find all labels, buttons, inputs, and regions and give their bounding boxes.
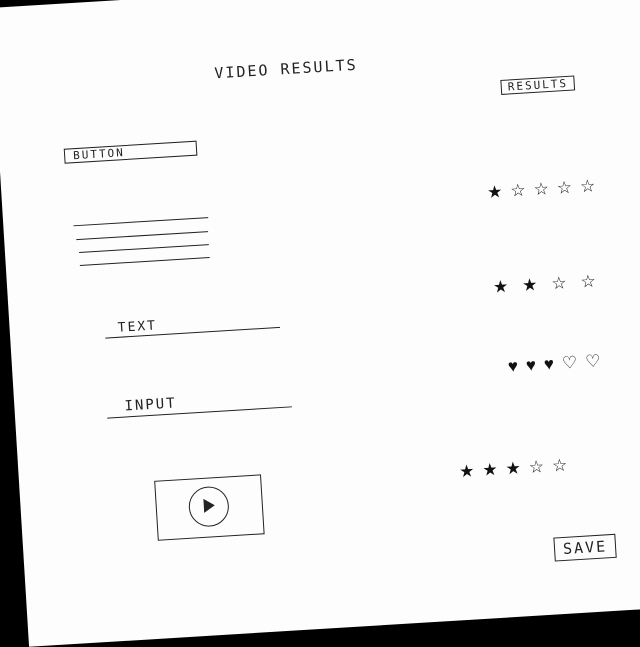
paragraph-lines: [0, 0, 639, 266]
rating-row-2[interactable]: ★ ★ ☆ ☆: [492, 272, 596, 298]
heart-filled-icon[interactable]: ♥: [525, 355, 536, 376]
star-empty-icon[interactable]: ☆: [551, 456, 567, 477]
star-empty-icon[interactable]: ☆: [579, 176, 595, 197]
rating-row-1[interactable]: ★ ☆ ☆ ☆ ☆: [487, 176, 596, 203]
star-empty-icon[interactable]: ☆: [510, 181, 526, 202]
star-filled-icon[interactable]: ★: [487, 182, 503, 203]
star-empty-icon[interactable]: ☆: [528, 457, 544, 478]
star-empty-icon[interactable]: ☆: [580, 272, 596, 293]
video-player[interactable]: [154, 474, 265, 541]
input-label: INPUT: [124, 395, 178, 415]
star-filled-icon[interactable]: ★: [492, 277, 508, 298]
star-filled-icon[interactable]: ★: [482, 460, 498, 481]
text-label: TEXT: [117, 318, 158, 336]
star-empty-icon[interactable]: ☆: [551, 273, 567, 294]
heart-filled-icon[interactable]: ♥: [543, 354, 554, 375]
sketch-paper: VIDEO RESULTS RESULTS BUTTON TEXT INPUT …: [0, 0, 640, 647]
star-filled-icon[interactable]: ★: [459, 461, 475, 482]
rating-row-3[interactable]: ♥ ♥ ♥ ♡ ♡: [507, 351, 601, 377]
star-empty-icon[interactable]: ☆: [533, 179, 549, 200]
star-filled-icon[interactable]: ★: [522, 275, 538, 296]
results-button[interactable]: RESULTS: [500, 75, 576, 95]
page-title: VIDEO RESULTS: [213, 55, 359, 83]
heart-filled-icon[interactable]: ♥: [507, 356, 518, 377]
heart-empty-icon[interactable]: ♡: [585, 351, 601, 372]
star-empty-icon[interactable]: ☆: [556, 178, 572, 199]
play-icon: [203, 498, 216, 513]
star-filled-icon[interactable]: ★: [505, 458, 521, 479]
heart-empty-icon[interactable]: ♡: [561, 353, 577, 374]
play-button[interactable]: [187, 485, 231, 528]
button[interactable]: BUTTON: [63, 140, 198, 164]
rating-row-4[interactable]: ★ ★ ★ ☆ ☆: [459, 456, 568, 483]
save-button[interactable]: SAVE: [553, 533, 617, 562]
